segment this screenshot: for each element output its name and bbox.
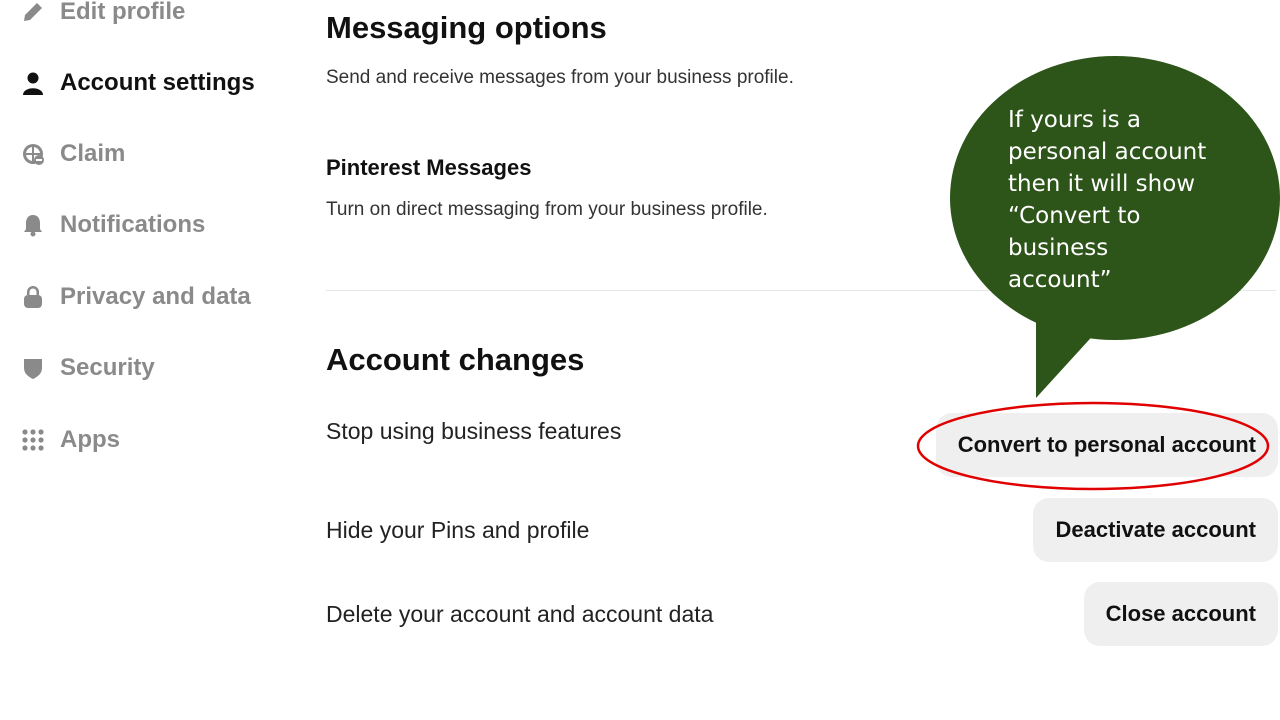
sidebar-item-claim[interactable]: Claim	[20, 134, 125, 174]
lock-icon	[20, 284, 46, 310]
messaging-options-title: Messaging options	[326, 10, 607, 45]
sidebar-item-account-settings[interactable]: Account settings	[20, 63, 255, 103]
shield-icon	[20, 355, 46, 381]
messaging-options-subtitle: Send and receive messages from your busi…	[326, 67, 794, 88]
grid-icon	[20, 427, 46, 453]
sidebar-item-privacy[interactable]: Privacy and data	[20, 277, 251, 317]
sidebar-item-security[interactable]: Security	[20, 348, 155, 388]
globe-icon	[20, 141, 46, 167]
sidebar-item-label: Account settings	[60, 69, 255, 96]
deactivate-account-button[interactable]: Deactivate account	[1033, 498, 1278, 562]
pinterest-messages-title: Pinterest Messages	[326, 155, 532, 180]
sidebar-item-notifications[interactable]: Notifications	[20, 205, 205, 245]
account-changes-title: Account changes	[326, 342, 585, 377]
close-account-button[interactable]: Close account	[1083, 582, 1278, 646]
close-row-label: Delete your account and account data	[326, 601, 714, 627]
sidebar-item-label: Edit profile	[60, 0, 186, 25]
convert-to-personal-account-button[interactable]: Convert to personal account	[935, 413, 1278, 477]
person-icon	[20, 70, 46, 96]
sidebar-item-label: Notifications	[60, 211, 206, 238]
sidebar-item-apps[interactable]: Apps	[20, 420, 120, 460]
sidebar-item-label: Security	[60, 354, 155, 381]
sidebar-item-edit-profile[interactable]: Edit profile	[20, 0, 185, 32]
sidebar-item-label: Privacy and data	[60, 283, 251, 310]
settings-sidebar: Edit profile Account settings Claim Noti…	[0, 0, 300, 720]
convert-row-label: Stop using business features	[326, 418, 622, 444]
bell-icon	[20, 212, 46, 238]
sidebar-item-label: Claim	[60, 140, 126, 167]
sidebar-item-label: Apps	[60, 426, 120, 453]
deactivate-row-label: Hide your Pins and profile	[326, 517, 590, 543]
callout-text: If yours is a personal account then it w…	[1008, 107, 1207, 293]
pinterest-messages-description: Turn on direct messaging from your busin…	[326, 199, 768, 220]
pencil-icon	[20, 0, 46, 25]
